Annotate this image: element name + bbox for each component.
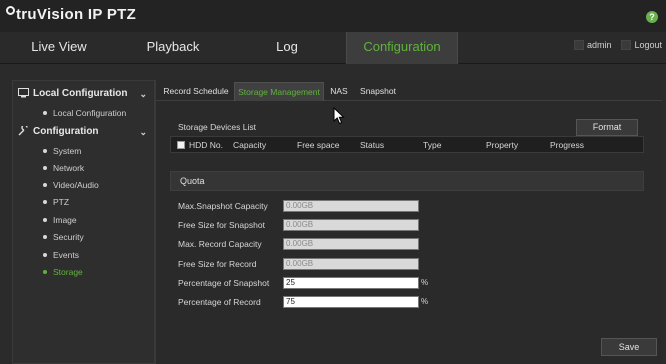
- sidebar-item-storage[interactable]: Storage: [43, 264, 83, 280]
- logo-prefix: tru: [16, 6, 37, 23]
- sidebar-item-label: Network: [53, 163, 85, 173]
- bullet-icon: [43, 235, 47, 239]
- subtab-bar: Record Schedule Storage Management NAS S…: [156, 80, 662, 101]
- max-snapshot-capacity-field: 0.00GB: [283, 200, 419, 212]
- app-header: truVision IP PTZ ?: [0, 0, 666, 32]
- logout-icon[interactable]: [621, 40, 632, 50]
- sidebar: Local Configuration ⌄ Local Configuratio…: [12, 80, 155, 364]
- content-panel: Record Schedule Storage Management NAS S…: [155, 80, 662, 364]
- quota-label: Free Size for Record: [178, 259, 257, 269]
- username: admin: [586, 40, 612, 50]
- free-size-record-field: 0.00GB: [283, 258, 419, 270]
- quota-label: Max.Snapshot Capacity: [178, 201, 268, 211]
- sidebar-item-label: Security: [53, 232, 84, 242]
- sidebar-item-label: Storage: [53, 267, 83, 277]
- quota-label: Free Size for Snapshot: [178, 220, 265, 230]
- bullet-icon: [43, 200, 47, 204]
- column-capacity[interactable]: Capacity: [233, 137, 266, 153]
- sidebar-item-video-audio[interactable]: Video/Audio: [43, 177, 99, 193]
- tab-playback[interactable]: Playback: [118, 32, 228, 64]
- tab-live-view[interactable]: Live View: [0, 32, 118, 64]
- tab-configuration[interactable]: Configuration: [346, 32, 458, 64]
- bullet-icon: [43, 270, 47, 274]
- main-nav: Live View Playback Log Configuration: [0, 32, 666, 64]
- column-status[interactable]: Status: [360, 137, 384, 153]
- column-property[interactable]: Property: [486, 137, 518, 153]
- bullet-icon: [43, 111, 47, 115]
- chevron-down-icon[interactable]: ⌄: [139, 121, 147, 143]
- storage-devices-title: Storage Devices List: [178, 122, 256, 132]
- sidebar-item-image[interactable]: Image: [43, 212, 77, 228]
- mouse-cursor-icon: [333, 107, 345, 125]
- storage-table-header: HDD No. Capacity Free space Status Type …: [170, 136, 644, 153]
- sidebar-item-label: PTZ: [53, 197, 70, 207]
- bullet-icon: [43, 183, 47, 187]
- sidebar-header-configuration[interactable]: Configuration ⌄: [13, 121, 154, 143]
- quota-label: Percentage of Snapshot: [178, 278, 270, 288]
- percent-unit: %: [421, 297, 429, 306]
- bullet-icon: [43, 218, 47, 222]
- column-progress[interactable]: Progress: [550, 137, 584, 153]
- monitor-icon: [18, 88, 29, 98]
- sidebar-item-label: Image: [53, 215, 77, 225]
- tab-log[interactable]: Log: [228, 32, 346, 64]
- help-icon[interactable]: ?: [646, 11, 658, 23]
- sidebar-item-label: Video/Audio: [53, 180, 99, 190]
- quota-label: Max. Record Capacity: [178, 239, 262, 249]
- sidebar-item-label: System: [53, 146, 82, 156]
- column-hdd-no[interactable]: HDD No.: [189, 137, 223, 153]
- sidebar-item-events[interactable]: Events: [43, 247, 79, 263]
- percent-unit: %: [421, 278, 429, 287]
- tab-nas[interactable]: NAS: [326, 82, 352, 101]
- sidebar-item-security[interactable]: Security: [43, 229, 84, 245]
- sidebar-item-ptz[interactable]: PTZ: [43, 194, 69, 210]
- tab-record-schedule[interactable]: Record Schedule: [160, 82, 232, 101]
- sidebar-item-local-configuration[interactable]: Local Configuration: [43, 105, 126, 121]
- logo-mark-icon: [6, 6, 15, 15]
- sidebar-item-network[interactable]: Network: [43, 160, 84, 176]
- trusvision-logo: truVision IP PTZ: [6, 6, 136, 23]
- percentage-snapshot-input[interactable]: 25: [283, 277, 419, 289]
- wrench-icon: [18, 126, 28, 136]
- max-record-capacity-field: 0.00GB: [283, 238, 419, 250]
- chevron-down-icon[interactable]: ⌄: [139, 83, 147, 105]
- logout-link[interactable]: Logout: [634, 40, 662, 50]
- save-button[interactable]: Save: [601, 338, 657, 356]
- bullet-icon: [43, 166, 47, 170]
- bullet-icon: [43, 253, 47, 257]
- column-type[interactable]: Type: [423, 137, 441, 153]
- sidebar-item-label: Local Configuration: [53, 108, 127, 118]
- quota-section-header: Quota: [170, 171, 644, 191]
- quota-label: Percentage of Record: [178, 297, 261, 307]
- sidebar-header-local[interactable]: Local Configuration ⌄: [13, 83, 154, 105]
- free-size-snapshot-field: 0.00GB: [283, 219, 419, 231]
- tab-snapshot[interactable]: Snapshot: [354, 82, 402, 101]
- sidebar-item-system[interactable]: System: [43, 143, 81, 159]
- tab-storage-management[interactable]: Storage Management: [234, 82, 324, 101]
- user-area: admin Logout: [573, 40, 666, 56]
- logo-suffix: Vision IP PTZ: [36, 6, 137, 23]
- format-button[interactable]: Format: [576, 119, 638, 136]
- sidebar-header-local-label: Local Configuration: [33, 88, 128, 99]
- percentage-record-input[interactable]: 75: [283, 296, 419, 308]
- user-icon: [573, 40, 584, 50]
- sidebar-item-label: Events: [53, 250, 79, 260]
- select-all-checkbox[interactable]: [177, 141, 185, 149]
- sidebar-header-configuration-label: Configuration: [33, 126, 99, 137]
- column-free-space[interactable]: Free space: [297, 137, 340, 153]
- bullet-icon: [43, 149, 47, 153]
